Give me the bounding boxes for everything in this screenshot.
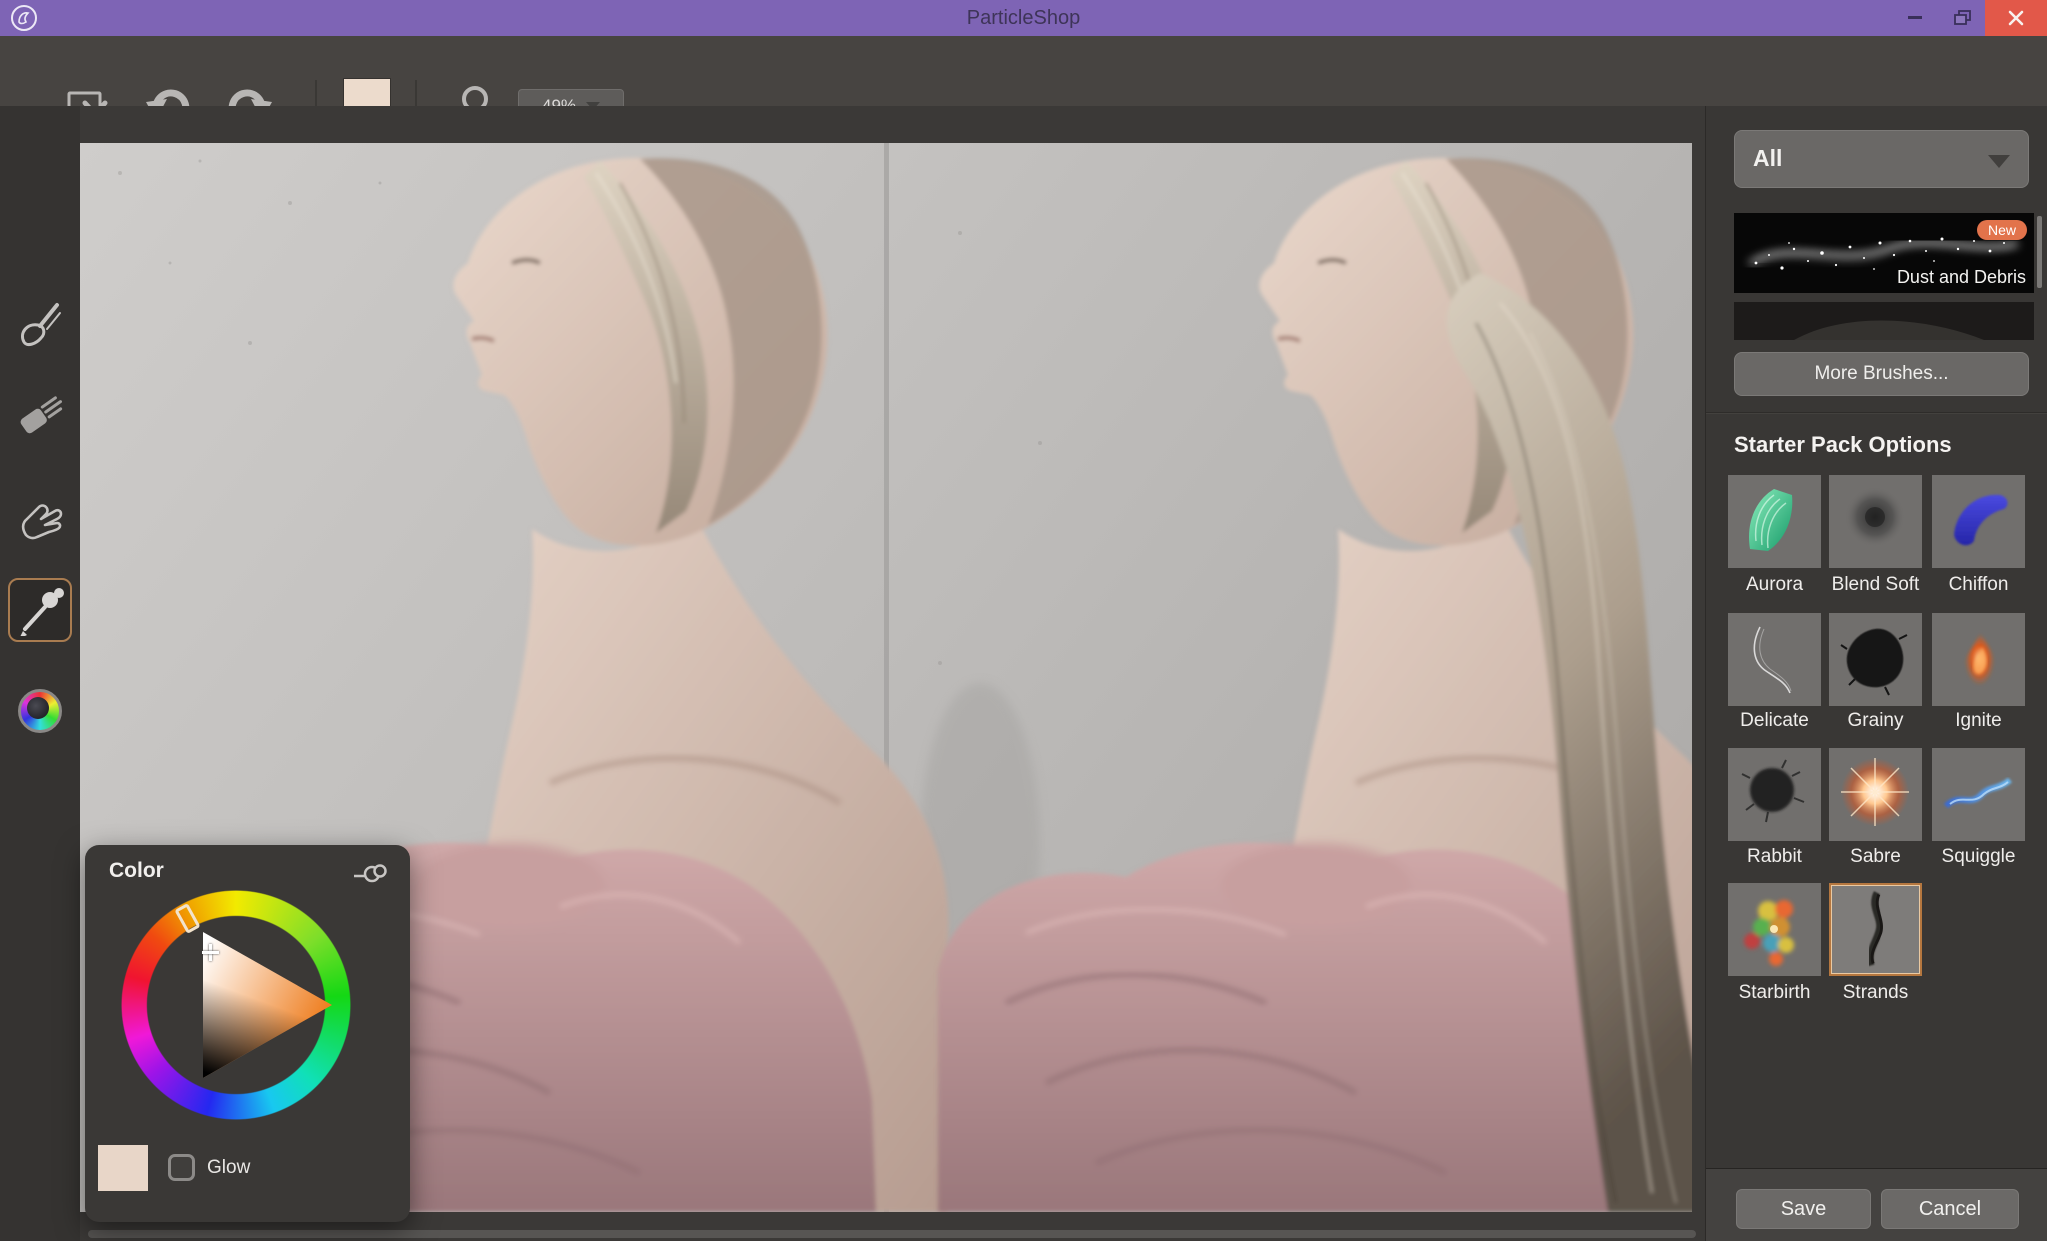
minimize-button[interactable] bbox=[1890, 0, 1940, 36]
more-brushes-label: More Brushes... bbox=[1814, 363, 1948, 385]
color-wheel[interactable] bbox=[121, 890, 351, 1120]
brush-label-ignite[interactable]: Ignite bbox=[1918, 710, 2039, 732]
particleshop-window: ParticleShop bbox=[0, 0, 2047, 1241]
eraser-tool-button[interactable] bbox=[14, 386, 66, 438]
tool-sidebar: ? bbox=[0, 106, 80, 1241]
saturation-triangle[interactable] bbox=[121, 890, 351, 1120]
toolbar: 49% bbox=[0, 36, 2047, 106]
eyedropper-icon bbox=[14, 584, 66, 636]
minimize-icon bbox=[1908, 16, 1922, 20]
chevron-down-icon bbox=[1988, 155, 2010, 168]
close-icon bbox=[2008, 10, 2024, 26]
color-panel: Color bbox=[85, 845, 410, 1222]
brush-label-squiggle[interactable]: Squiggle bbox=[1918, 846, 2039, 868]
brush-tile-delicate[interactable] bbox=[1728, 613, 1821, 706]
brush-tile-strands[interactable] bbox=[1829, 883, 1922, 976]
pushpin-icon[interactable] bbox=[352, 859, 388, 887]
cancel-button[interactable]: Cancel bbox=[1881, 1189, 2019, 1229]
featured-brush-dust-and-debris[interactable]: New Dust and Debris bbox=[1734, 213, 2034, 293]
glow-checkbox[interactable] bbox=[168, 1154, 195, 1181]
cancel-label: Cancel bbox=[1919, 1198, 1981, 1221]
brush-tile-aurora[interactable] bbox=[1728, 475, 1821, 568]
new-badge: New bbox=[1977, 220, 2027, 240]
divider bbox=[1706, 412, 2047, 414]
smudge-hand-tool-button[interactable] bbox=[14, 491, 66, 543]
more-brushes-button[interactable]: More Brushes... bbox=[1734, 352, 2029, 396]
brush-filter-dropdown[interactable]: All bbox=[1734, 130, 2029, 188]
color-wheel-button[interactable] bbox=[18, 689, 62, 733]
featured-brush-label: Dust and Debris bbox=[1897, 267, 2026, 288]
brush-tile-squiggle[interactable] bbox=[1932, 748, 2025, 841]
brush-label-strands[interactable]: Strands bbox=[1815, 982, 1936, 1004]
brush-tile-rabbit[interactable] bbox=[1728, 748, 1821, 841]
brush-panel: All New Dust and Debris bbox=[1705, 106, 2047, 1241]
horizontal-scrollbar[interactable] bbox=[88, 1230, 1696, 1238]
brush-label-chiffon[interactable]: Chiffon bbox=[1918, 574, 2039, 596]
brush-tile-sabre[interactable] bbox=[1829, 748, 1922, 841]
next-brush-preview-partial[interactable] bbox=[1734, 302, 2034, 340]
brush-tool-button[interactable] bbox=[14, 296, 66, 348]
eyedropper-tool-button[interactable] bbox=[8, 578, 72, 642]
brush-tile-ignite[interactable] bbox=[1932, 613, 2025, 706]
starter-pack-heading: Starter Pack Options bbox=[1734, 432, 1952, 458]
save-button[interactable]: Save bbox=[1736, 1189, 1871, 1229]
brush-tile-starbirth[interactable] bbox=[1728, 883, 1821, 976]
brush-tile-chiffon[interactable] bbox=[1932, 475, 2025, 568]
color-panel-title: Color bbox=[109, 859, 164, 883]
window-title: ParticleShop bbox=[0, 0, 2047, 36]
saturation-selector[interactable] bbox=[202, 944, 219, 961]
picked-color-swatch[interactable] bbox=[98, 1145, 148, 1191]
restore-icon bbox=[1954, 10, 1972, 26]
glow-label: Glow bbox=[207, 1157, 250, 1179]
brush-tile-grainy[interactable] bbox=[1829, 613, 1922, 706]
panel-footer: Save Cancel bbox=[1706, 1168, 2047, 1241]
titlebar: ParticleShop bbox=[0, 0, 2047, 36]
close-button[interactable] bbox=[1985, 0, 2047, 36]
brush-list-scrollbar[interactable] bbox=[2037, 216, 2042, 288]
restore-button[interactable] bbox=[1940, 0, 1985, 36]
save-label: Save bbox=[1781, 1198, 1827, 1221]
brush-tile-blend-soft[interactable] bbox=[1829, 475, 1922, 568]
brush-filter-value: All bbox=[1753, 145, 1782, 172]
